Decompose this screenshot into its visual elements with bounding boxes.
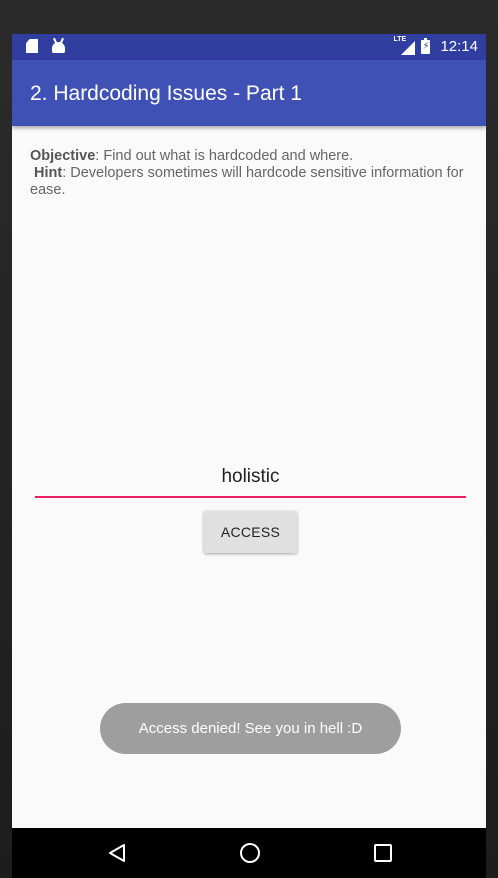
objective-label: Objective (30, 148, 96, 164)
hint-label: Hint (34, 165, 63, 181)
status-left-icons (26, 39, 65, 53)
battery-charging-icon (421, 37, 431, 54)
signal-triangle (401, 40, 416, 55)
recents-icon[interactable] (371, 841, 395, 865)
back-icon[interactable] (105, 841, 129, 865)
secret-input[interactable] (35, 460, 466, 494)
objective-text: : Find out what is hardcoded and where. (95, 148, 354, 164)
objective-line: Objective: Find out what is hardcoded an… (30, 148, 470, 165)
secret-input-container (35, 460, 466, 498)
app-bar: 2. Hardcoding Issues - Part 1 (12, 60, 486, 126)
sd-card-icon (26, 39, 38, 53)
access-button[interactable]: ACCESS (204, 511, 297, 553)
phone-screen: LTE 12:14 2. Hardcoding Issues - Part 1 … (12, 34, 486, 878)
status-time: 12:14 (440, 38, 478, 55)
android-icon (52, 42, 65, 53)
hint-line: Hint: Developers sometimes will hardcode… (30, 165, 470, 199)
toast-message: Access denied! See you in hell :D (100, 703, 401, 754)
app-title: 2. Hardcoding Issues - Part 1 (30, 82, 302, 105)
challenge-description: Objective: Find out what is hardcoded an… (30, 148, 470, 199)
hint-text: : Developers sometimes will hardcode sen… (30, 165, 464, 198)
status-right-icons: LTE 12:14 (393, 36, 478, 56)
status-bar: LTE 12:14 (12, 34, 486, 60)
lte-signal-icon: LTE (393, 36, 416, 55)
device-frame: LTE 12:14 2. Hardcoding Issues - Part 1 … (0, 0, 498, 878)
home-icon[interactable] (238, 841, 262, 865)
navigation-bar (12, 828, 486, 878)
